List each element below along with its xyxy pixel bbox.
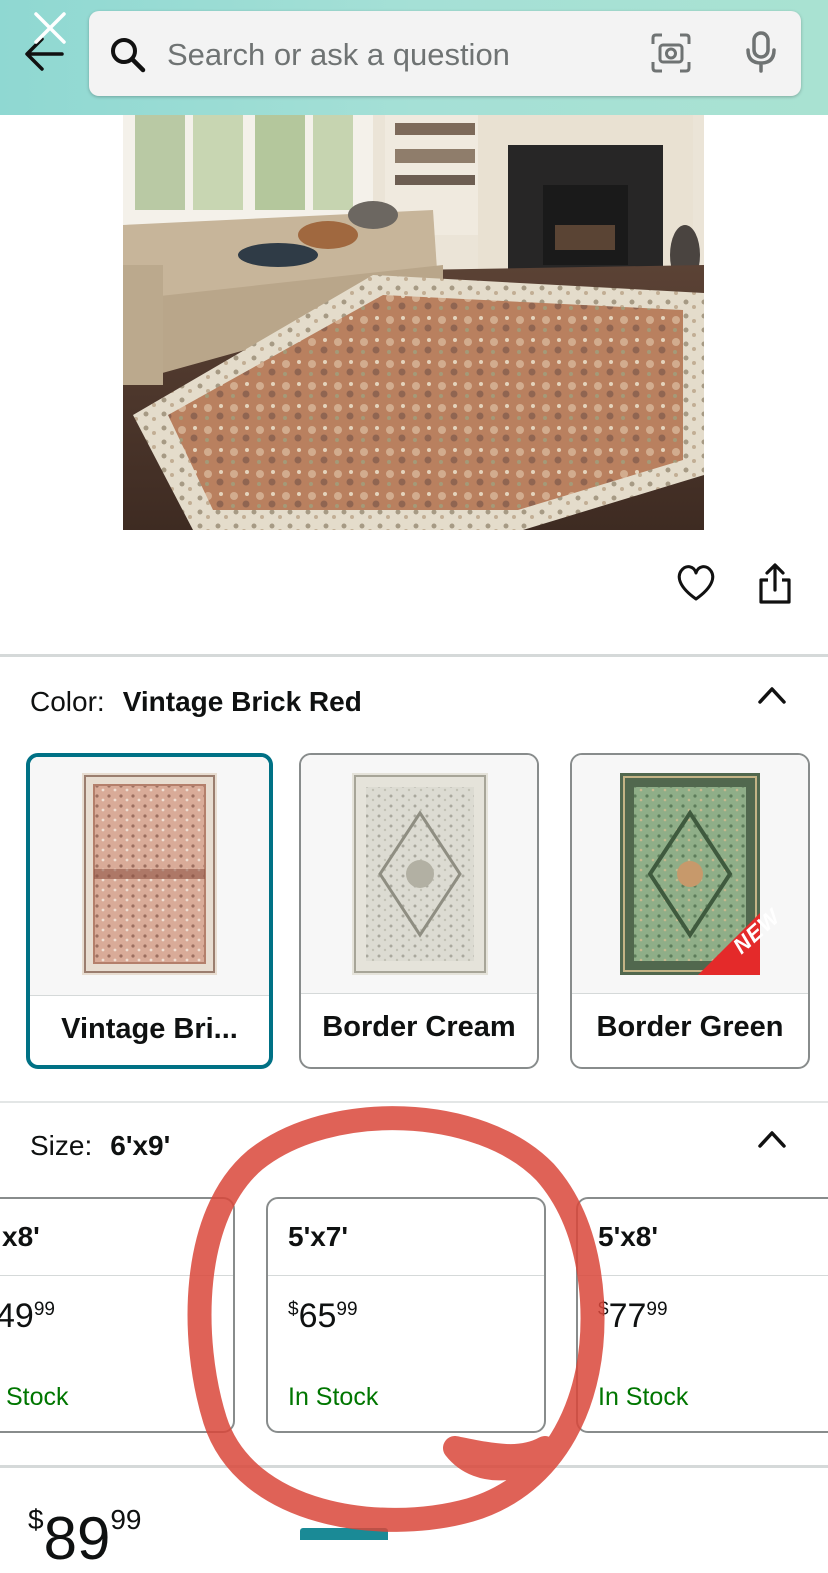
size-option-stock: Stock [6, 1383, 69, 1411]
price-cents: 99 [33, 1299, 55, 1320]
share-icon[interactable] [756, 562, 794, 606]
section-divider [0, 1101, 828, 1103]
size-option-price: $6599 [288, 1297, 358, 1336]
camera-icon[interactable] [649, 31, 693, 75]
product-price: $8999 [28, 1504, 141, 1573]
selected-color-value: Vintage Brick Red [122, 686, 362, 717]
color-label: Color: Vintage Brick Red [30, 686, 362, 718]
price-main: 65 [298, 1297, 337, 1335]
chevron-up-icon[interactable] [756, 1128, 788, 1150]
swatch-image-area: NEW [572, 755, 808, 993]
price-main: 89 [43, 1505, 111, 1572]
size-label-text: Size: [30, 1130, 93, 1161]
size-option-name: 5'x8' [598, 1221, 659, 1252]
color-option-label: Vintage Bri... [61, 1013, 238, 1045]
price-main: 77 [608, 1297, 647, 1335]
home-indicator [300, 1528, 388, 1540]
close-icon[interactable] [30, 8, 70, 48]
size-option-card[interactable]: 5'x8' $7799 In Stock [576, 1197, 828, 1433]
section-divider [0, 654, 828, 657]
size-card-divider [0, 1275, 233, 1276]
size-option-name: 5'x7' [288, 1221, 349, 1252]
price-cents: 99 [646, 1299, 668, 1320]
selected-size-value: 6'x9' [110, 1130, 171, 1161]
price-cents: 99 [336, 1299, 358, 1320]
heart-icon[interactable] [675, 563, 717, 603]
chevron-up-icon[interactable] [756, 684, 788, 706]
price-main: 49 [0, 1297, 34, 1335]
price-symbol: $ [288, 1299, 299, 1320]
color-option-label: Border Cream [322, 1011, 516, 1043]
size-option-card[interactable]: x8' 4999 Stock [0, 1197, 235, 1433]
microphone-icon[interactable] [739, 29, 783, 77]
rug-thumbnail [352, 773, 488, 975]
size-card-divider [578, 1275, 828, 1276]
swatch-image-area [30, 757, 269, 995]
swatch-image-area [301, 755, 537, 993]
price-symbol: $ [598, 1299, 609, 1320]
section-divider [0, 1465, 828, 1468]
product-image[interactable] [123, 115, 704, 530]
price-symbol: $ [28, 1504, 44, 1535]
rug-thumbnail [82, 773, 217, 975]
size-option-stock: In Stock [288, 1383, 379, 1411]
size-option-price: $7799 [598, 1297, 668, 1336]
size-option-stock: In Stock [598, 1383, 689, 1411]
color-option-label: Border Green [596, 1011, 784, 1043]
color-option-border-cream[interactable]: Border Cream [299, 753, 539, 1069]
swatch-divider [301, 993, 537, 994]
size-card-divider [268, 1275, 544, 1276]
search-header [0, 0, 828, 115]
swatch-divider [30, 995, 269, 996]
price-cents: 99 [110, 1504, 142, 1535]
color-option-vintage-brick-red[interactable]: Vintage Bri... [26, 753, 273, 1069]
size-label: Size: 6'x9' [30, 1130, 170, 1162]
size-option-name: x8' [2, 1221, 40, 1252]
size-option-price: 4999 [0, 1297, 55, 1336]
search-input[interactable] [165, 33, 629, 77]
size-option-card[interactable]: 5'x7' $6599 In Stock [266, 1197, 546, 1433]
swatch-divider [572, 993, 808, 994]
color-label-text: Color: [30, 686, 105, 717]
search-icon [111, 38, 146, 73]
color-option-border-green[interactable]: NEW Border Green [570, 753, 810, 1069]
search-bar[interactable] [89, 11, 801, 96]
